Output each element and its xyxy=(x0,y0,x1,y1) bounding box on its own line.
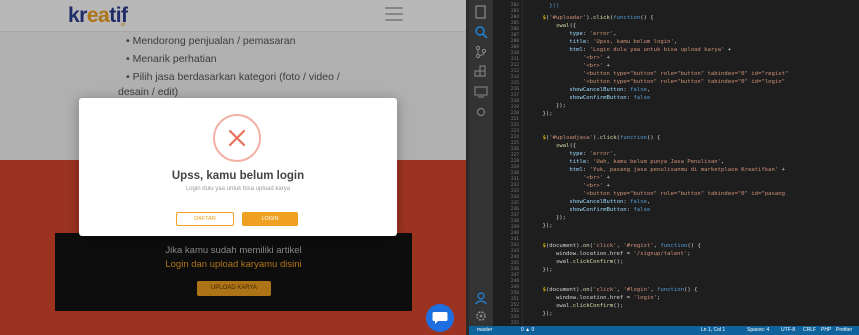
line-number: 207 xyxy=(510,33,519,38)
line-number: 244 xyxy=(510,255,519,260)
line-number: 243 xyxy=(510,249,519,254)
line-number: 228 xyxy=(510,159,519,164)
line-number: 215 xyxy=(510,81,519,86)
line-number: 236 xyxy=(510,207,519,212)
line-number: 237 xyxy=(510,213,519,218)
line-number: 220 xyxy=(510,111,519,116)
login-required-modal: Upss, kamu belum login Login dulu yaa un… xyxy=(79,98,397,236)
settings-gear-icon[interactable] xyxy=(473,308,489,324)
line-number: 240 xyxy=(510,231,519,236)
status-bar: master 0 ▲ 0 Ln 1, Col 1 Spaces: 4 UTF-8… xyxy=(469,326,859,335)
line-number: 248 xyxy=(510,279,519,284)
line-number: 245 xyxy=(510,261,519,266)
line-number: 204 xyxy=(510,15,519,20)
line-number: 250 xyxy=(510,291,519,296)
line-number: 247 xyxy=(510,273,519,278)
line-number: 217 xyxy=(510,93,519,98)
line-number: 239 xyxy=(510,225,519,230)
line-number: 233 xyxy=(510,189,519,194)
modal-title: Upss, kamu belum login xyxy=(171,170,305,182)
line-number: 251 xyxy=(510,297,519,302)
line-number: 225 xyxy=(510,141,519,146)
debug-icon[interactable] xyxy=(473,104,489,120)
line-number: 231 xyxy=(510,177,519,182)
line-number: 224 xyxy=(510,135,519,140)
line-number: 223 xyxy=(510,129,519,134)
status-eol[interactable]: CRLF xyxy=(803,327,816,333)
line-number: 208 xyxy=(510,39,519,44)
line-number: 203 xyxy=(510,9,519,14)
status-encoding[interactable]: UTF-8 xyxy=(781,327,795,333)
chat-icon[interactable] xyxy=(426,304,454,332)
line-number: 252 xyxy=(510,303,519,308)
line-number: 230 xyxy=(510,171,519,176)
line-number: 253 xyxy=(510,309,519,314)
line-number: 229 xyxy=(510,165,519,170)
line-number: 211 xyxy=(510,57,519,62)
line-number: 234 xyxy=(510,195,519,200)
line-number: 241 xyxy=(510,237,519,242)
accounts-icon[interactable] xyxy=(473,290,489,306)
line-number: 210 xyxy=(510,51,519,56)
status-language[interactable]: PHP xyxy=(821,327,831,333)
line-number: 254 xyxy=(510,315,519,320)
line-number: 216 xyxy=(510,87,519,92)
line-number: 222 xyxy=(510,123,519,128)
line-number-gutter: 202 203 204 205 206 207 208 209 210 211 212 213 214 2… xyxy=(493,0,523,326)
daftar-button[interactable]: DAFTAR xyxy=(176,212,234,226)
line-number: 218 xyxy=(510,99,519,104)
modal-text: Login dulu yaa untuk bisa upload karya xyxy=(185,186,291,192)
line-number: 221 xyxy=(510,117,519,122)
line-number: 227 xyxy=(510,153,519,158)
login-button[interactable]: LOGIN xyxy=(242,212,298,226)
status-formatter[interactable]: Prettier xyxy=(836,327,852,333)
line-number: 232 xyxy=(510,183,519,188)
line-number: 209 xyxy=(510,45,519,50)
line-number: 235 xyxy=(510,201,519,206)
status-problems[interactable]: 0 ▲ 0 xyxy=(521,327,534,333)
line-number: 213 xyxy=(510,69,519,74)
line-number: 242 xyxy=(510,243,519,248)
extensions-icon[interactable] xyxy=(473,64,489,80)
status-cursor-position[interactable]: Ln 1, Col 1 xyxy=(701,327,725,333)
line-number: 202 xyxy=(510,3,519,8)
remote-explorer-icon[interactable] xyxy=(473,84,489,100)
code-editor[interactable]: })) $('#uploadar').click(function() { sw… xyxy=(523,0,859,326)
website-viewport: kreatif id • Mendorong penjualan / pemas… xyxy=(0,0,466,335)
source-control-icon[interactable] xyxy=(473,44,489,60)
files-icon[interactable] xyxy=(473,4,489,20)
line-number: 249 xyxy=(510,285,519,290)
error-x-icon xyxy=(213,114,261,162)
line-number: 212 xyxy=(510,63,519,68)
activity-bar xyxy=(469,0,493,326)
line-number: 206 xyxy=(510,27,519,32)
line-number: 214 xyxy=(510,75,519,80)
status-branch[interactable]: master xyxy=(477,327,492,333)
line-number: 238 xyxy=(510,219,519,224)
search-icon[interactable] xyxy=(473,24,489,40)
line-number: 226 xyxy=(510,147,519,152)
line-number: 219 xyxy=(510,105,519,110)
line-number: 246 xyxy=(510,267,519,272)
status-indentation[interactable]: Spaces: 4 xyxy=(747,327,769,333)
line-number: 205 xyxy=(510,21,519,26)
